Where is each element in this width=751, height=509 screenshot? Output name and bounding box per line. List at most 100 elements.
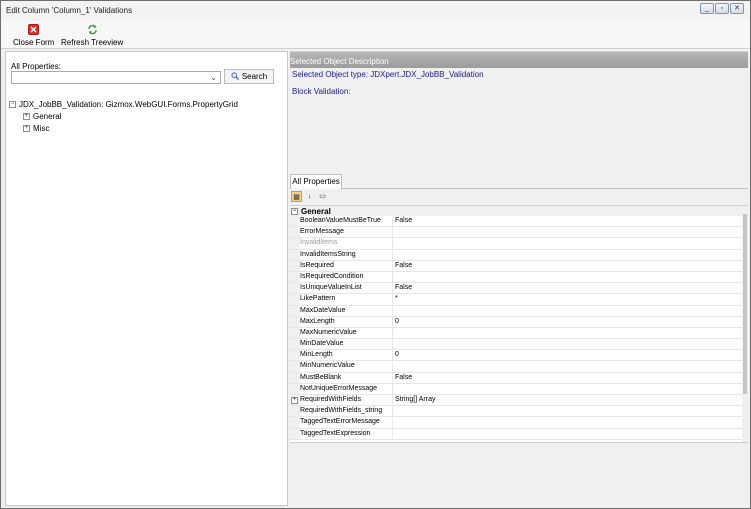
property-value[interactable]: String[] Array (393, 395, 748, 405)
toolbar: Close Form Refresh Treeview (1, 21, 750, 49)
property-value[interactable] (393, 272, 748, 282)
property-row[interactable]: BooleanValueMustBeTrue False (290, 216, 748, 228)
category-row-general[interactable]: − General (290, 206, 748, 216)
property-name: TaggedTextExpression (300, 428, 393, 439)
property-value[interactable] (393, 339, 748, 349)
refresh-icon (87, 24, 98, 35)
tree-node-misc[interactable]: + Misc (9, 122, 238, 134)
alphabetical-sort-icon[interactable]: ↓ (304, 191, 315, 202)
property-row[interactable]: InvalidItems (290, 238, 748, 250)
property-row[interactable]: MaxDateValue (290, 305, 748, 317)
property-name: MustBeBlank (300, 372, 393, 383)
refresh-treeview-label: Refresh Treeview (61, 38, 124, 47)
property-row[interactable]: IsRequiredCondition (290, 271, 748, 284)
row-gutter (290, 361, 300, 372)
property-value[interactable]: False (393, 283, 748, 293)
search-button[interactable]: Search (224, 69, 274, 84)
property-name: InvalidItemsString (300, 249, 393, 260)
chevron-down-icon[interactable]: ⌄ (210, 73, 217, 82)
property-row[interactable]: MinLength 0 (290, 350, 748, 362)
property-row[interactable]: MaxLength 0 (290, 316, 748, 328)
maximize-button[interactable]: ▫ (715, 3, 729, 14)
row-gutter (290, 428, 300, 439)
property-tabstrip: All Properties (290, 173, 748, 190)
scrollbar-thumb[interactable] (743, 214, 747, 394)
close-form-button[interactable]: Close Form (13, 24, 54, 47)
selected-object-type: Selected Object type: JDXpert.JDX_JobBB_… (292, 70, 484, 79)
property-name: IsRequired (300, 260, 393, 271)
property-value[interactable] (393, 227, 748, 237)
left-panel: All Properties: ⌄ Search − JDX_JobBB_Val… (5, 51, 288, 506)
property-value[interactable]: 0 (393, 317, 748, 327)
property-search-combo[interactable]: ⌄ (11, 71, 221, 84)
property-value[interactable]: 0 (393, 350, 748, 360)
property-row[interactable]: RequiredWithFields_string (290, 406, 748, 418)
property-help-panel (290, 442, 748, 506)
vertical-scrollbar[interactable] (742, 206, 748, 442)
row-gutter (290, 383, 300, 394)
title-bar: Edit Column 'Column_1' Validations _ ▫ ✕ (1, 1, 750, 21)
row-gutter (290, 406, 300, 417)
close-x-icon (28, 24, 40, 35)
expand-icon[interactable]: + (23, 112, 30, 120)
row-gutter (290, 305, 300, 316)
categorized-view-icon[interactable]: ▦ (291, 191, 302, 202)
row-gutter (290, 339, 300, 350)
expand-icon[interactable]: + (291, 397, 298, 404)
search-button-label: Search (241, 72, 268, 81)
property-row[interactable]: NotUniqueErrorMessage (290, 383, 748, 395)
property-name: TaggedTextErrorMessage (300, 417, 393, 428)
property-row[interactable]: InvalidItemsString (290, 249, 748, 261)
minimize-button[interactable]: _ (700, 3, 714, 14)
close-window-button[interactable]: ✕ (730, 3, 744, 14)
property-value[interactable]: False (393, 373, 748, 383)
property-row[interactable]: TaggedTextExpression (290, 428, 748, 440)
refresh-treeview-button[interactable]: Refresh Treeview (61, 24, 123, 47)
property-value[interactable] (393, 306, 748, 316)
property-row[interactable]: MaxNumericValue (290, 327, 748, 340)
description-panel: Selected Object Description Selected Obj… (290, 51, 748, 169)
row-gutter (290, 283, 300, 294)
property-row[interactable]: + RequiredWithFields String[] Array (290, 395, 748, 407)
property-row[interactable]: IsRequired False (290, 260, 748, 272)
property-name: NotUniqueErrorMessage (300, 383, 393, 394)
property-value[interactable] (393, 328, 748, 338)
tab-all-properties[interactable]: All Properties (290, 174, 342, 190)
property-value[interactable]: False (393, 216, 748, 226)
property-value[interactable] (393, 406, 748, 416)
tree-node-general-label: General (33, 111, 62, 121)
block-validation-text: Block Validation: (292, 87, 351, 96)
property-value[interactable] (393, 361, 748, 371)
property-name: MinDateValue (300, 339, 393, 350)
property-value[interactable] (393, 429, 748, 439)
property-value[interactable]: * (393, 294, 748, 304)
property-row[interactable]: MinDateValue (290, 339, 748, 351)
property-row[interactable]: TaggedTextErrorMessage (290, 417, 748, 429)
row-gutter (290, 249, 300, 260)
validations-window: Edit Column 'Column_1' Validations _ ▫ ✕… (0, 0, 751, 509)
property-pages-icon[interactable]: ▭ (317, 191, 328, 202)
property-value[interactable] (393, 417, 748, 427)
row-gutter (290, 260, 300, 271)
property-row[interactable]: LikePattern * (290, 294, 748, 306)
property-value[interactable] (393, 250, 748, 260)
search-icon (231, 71, 239, 82)
property-row[interactable]: ErrorMessage (290, 227, 748, 239)
right-panel: Selected Object Description Selected Obj… (290, 51, 748, 506)
tree-node-general[interactable]: + General (9, 110, 238, 122)
collapse-icon[interactable]: − (291, 207, 298, 215)
property-row[interactable]: MustBeBlank False (290, 372, 748, 384)
collapse-icon[interactable]: − (9, 100, 16, 108)
property-grid: − General BooleanValueMustBeTrue False Err… (290, 205, 748, 442)
property-row[interactable]: MinNumericValue (290, 361, 748, 373)
property-value[interactable] (393, 384, 748, 394)
property-value[interactable] (393, 238, 748, 248)
row-gutter (290, 227, 300, 238)
tree-root-node[interactable]: − JDX_JobBB_Validation: Gizmox.WebGUI.Fo… (9, 98, 238, 110)
property-row[interactable]: IsUniqueValueInList False (290, 283, 748, 295)
row-gutter (290, 372, 300, 383)
expand-icon[interactable]: + (23, 124, 30, 132)
property-name: BooleanValueMustBeTrue (300, 216, 393, 227)
row-gutter (290, 271, 300, 283)
property-value[interactable]: False (393, 261, 748, 271)
